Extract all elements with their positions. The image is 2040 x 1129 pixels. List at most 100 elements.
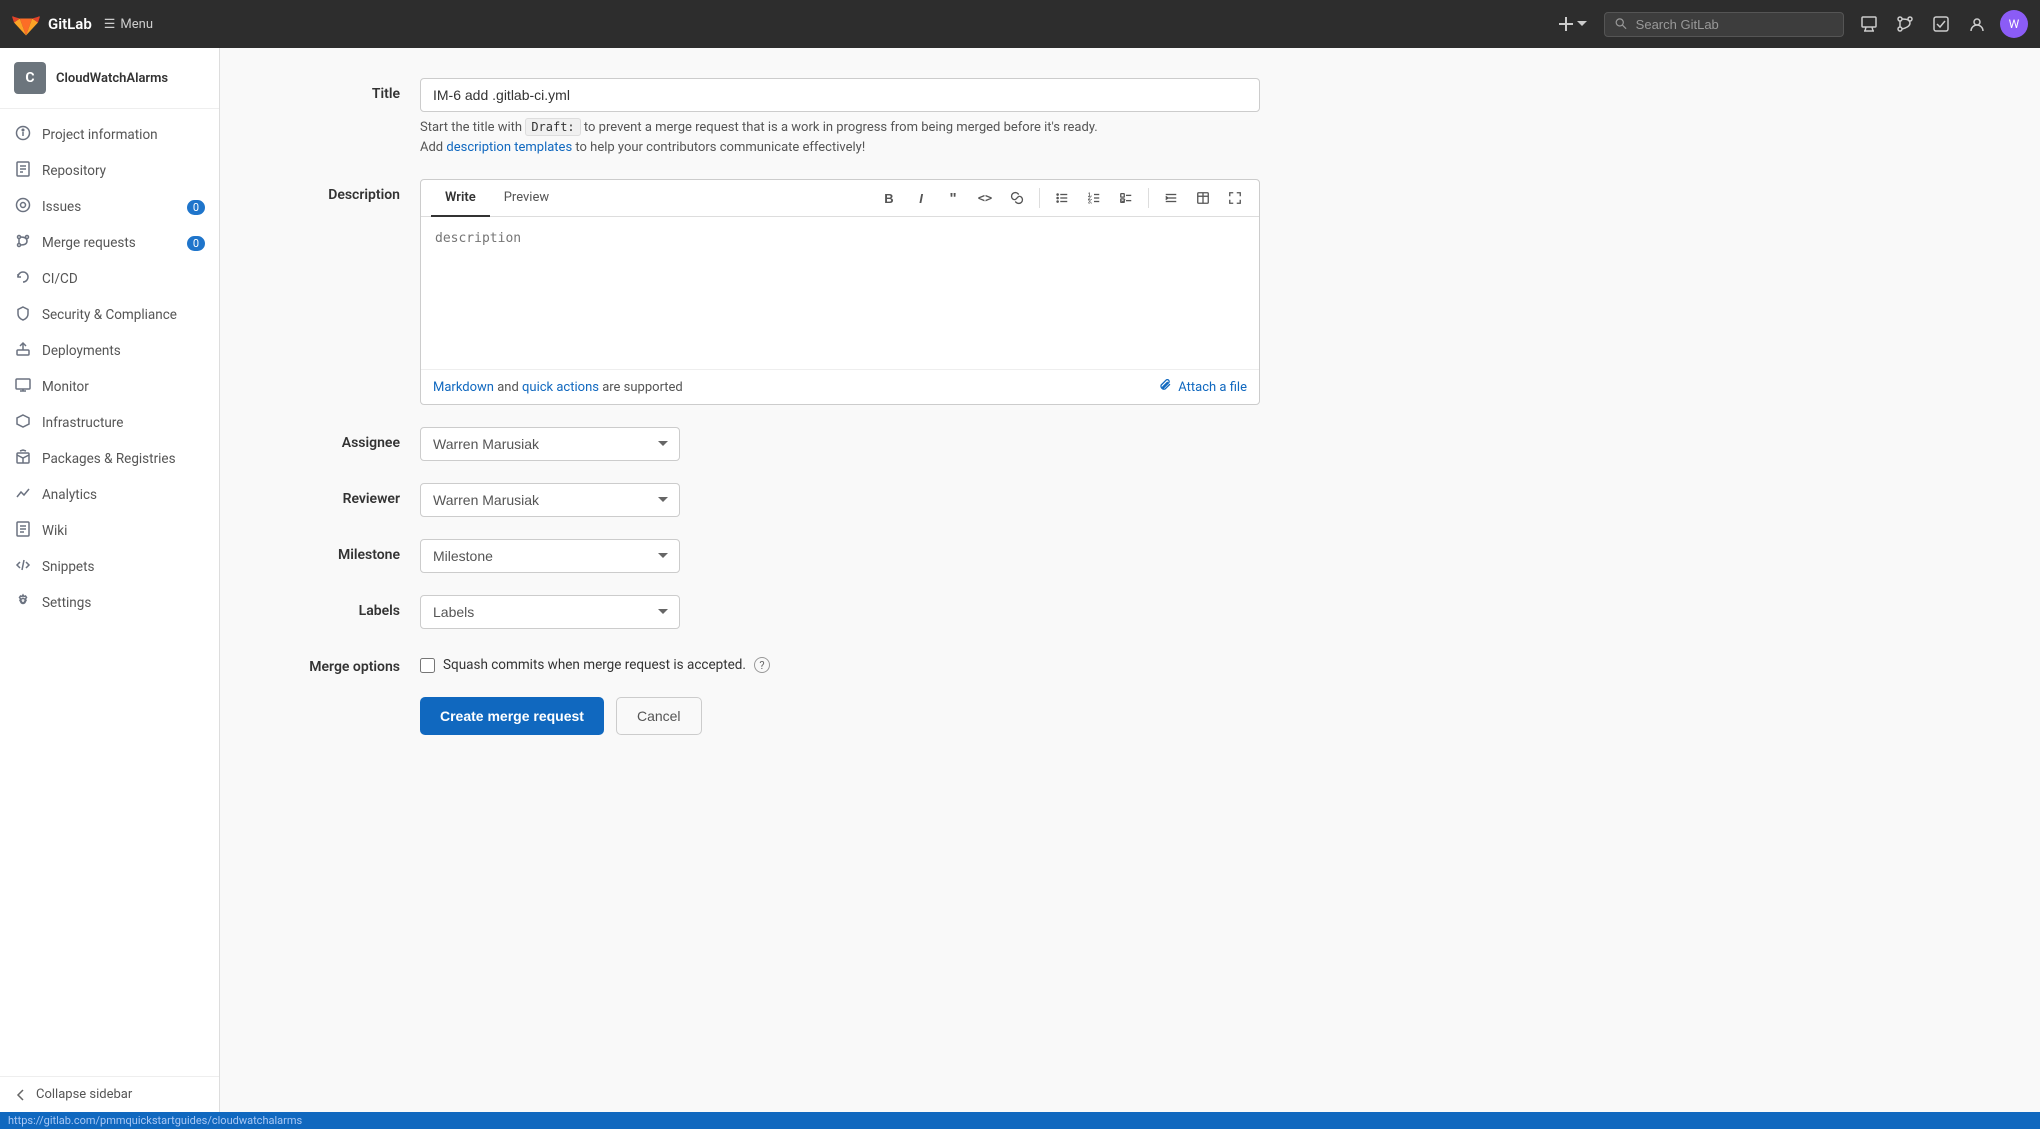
cancel-button[interactable]: Cancel	[616, 697, 702, 735]
toolbar-fullscreen[interactable]	[1221, 184, 1249, 212]
sidebar-item-repository[interactable]: Repository	[0, 153, 219, 189]
assignee-field: Warren Marusiak	[420, 427, 1260, 461]
deployments-icon	[14, 341, 32, 361]
milestone-field: Milestone	[420, 539, 1260, 573]
sidebar-item-security-compliance[interactable]: Security & Compliance	[0, 297, 219, 333]
description-field: Write Preview B I " <>	[420, 179, 1260, 405]
search-box[interactable]	[1604, 12, 1844, 37]
svg-text:3.: 3.	[1088, 199, 1093, 205]
sidebar-item-analytics[interactable]: Analytics	[0, 477, 219, 513]
toolbar-ordered-list[interactable]: 1.2.3.	[1080, 184, 1108, 212]
markdown-hint: Markdown and quick actions are supported	[433, 380, 683, 395]
user-settings-icon[interactable]	[1964, 11, 1990, 37]
project-header[interactable]: C CloudWatchAlarms	[0, 48, 219, 109]
squash-checkbox[interactable]	[420, 658, 435, 673]
sidebar-item-infrastructure[interactable]: Infrastructure	[0, 405, 219, 441]
sidebar-label-cicd: CI/CD	[42, 271, 205, 287]
toolbar-task-list[interactable]	[1112, 184, 1140, 212]
form-buttons: Create merge request Cancel	[260, 697, 1260, 735]
tab-write[interactable]: Write	[431, 180, 490, 217]
sidebar-item-monitor[interactable]: Monitor	[0, 369, 219, 405]
sidebar-label-packages: Packages & Registries	[42, 451, 205, 467]
project-name: CloudWatchAlarms	[56, 71, 168, 86]
sidebar-label-monitor: Monitor	[42, 379, 205, 395]
milestone-row: Milestone Milestone	[260, 539, 1260, 573]
sidebar-item-snippets[interactable]: Snippets	[0, 549, 219, 585]
labels-select[interactable]: Labels	[420, 595, 680, 629]
description-editor: Write Preview B I " <>	[420, 179, 1260, 405]
sidebar-item-cicd[interactable]: CI/CD	[0, 261, 219, 297]
title-field: Start the title with Draft: to prevent a…	[420, 78, 1260, 157]
merge-requests-icon	[14, 233, 32, 253]
description-textarea[interactable]	[435, 231, 1245, 351]
reviewer-select[interactable]: Warren Marusiak	[420, 483, 680, 517]
toolbar-table[interactable]	[1189, 184, 1217, 212]
toolbar-bold[interactable]: B	[875, 184, 903, 212]
brand[interactable]: GitLab	[12, 10, 92, 38]
title-label: Title	[260, 78, 400, 102]
menu-button[interactable]: ☰ Menu	[104, 17, 153, 32]
snippets-icon	[14, 557, 32, 577]
collapse-sidebar-button[interactable]: Collapse sidebar	[0, 1076, 219, 1112]
sidebar-item-issues[interactable]: Issues 0	[0, 189, 219, 225]
merge-icon[interactable]	[1892, 11, 1918, 37]
toolbar-indent[interactable]	[1157, 184, 1185, 212]
attach-file-button[interactable]: Attach a file	[1159, 378, 1247, 396]
tab-preview[interactable]: Preview	[490, 180, 563, 217]
merge-options: Squash commits when merge request is acc…	[420, 651, 1260, 673]
squash-label: Squash commits when merge request is acc…	[443, 657, 746, 673]
sidebar-item-merge-requests[interactable]: Merge requests 0	[0, 225, 219, 261]
toolbar-link[interactable]	[1003, 184, 1031, 212]
sidebar-item-packages[interactable]: Packages & Registries	[0, 441, 219, 477]
assignee-select[interactable]: Warren Marusiak	[420, 427, 680, 461]
sidebar-nav: Project information Repository Issues 0	[0, 109, 219, 1076]
labels-field: Labels	[420, 595, 1260, 629]
status-bar: https://gitlab.com/pmmquickstartguides/c…	[0, 1112, 2040, 1129]
project-avatar: C	[14, 62, 46, 94]
labels-row: Labels Labels	[260, 595, 1260, 629]
security-icon	[14, 305, 32, 325]
chevron-left-icon	[14, 1088, 28, 1102]
description-body[interactable]	[421, 217, 1259, 369]
toolbar-quote[interactable]: "	[939, 184, 967, 212]
sidebar-label-snippets: Snippets	[42, 559, 205, 575]
milestone-select[interactable]: Milestone	[420, 539, 680, 573]
sidebar-label-deployments: Deployments	[42, 343, 205, 359]
sidebar-label-security: Security & Compliance	[42, 307, 205, 323]
title-row: Title Start the title with Draft: to pre…	[260, 78, 1260, 157]
sidebar-item-project-information[interactable]: Project information	[0, 117, 219, 153]
toolbar-italic[interactable]: I	[907, 184, 935, 212]
markdown-link[interactable]: Markdown	[433, 380, 494, 395]
issues-badge: 0	[187, 200, 205, 215]
sidebar-item-wiki[interactable]: Wiki	[0, 513, 219, 549]
wiki-icon	[14, 521, 32, 541]
plus-button[interactable]	[1552, 10, 1592, 38]
squash-help-icon[interactable]: ?	[754, 657, 770, 673]
title-input[interactable]	[420, 78, 1260, 112]
description-templates-link[interactable]: description templates	[446, 140, 572, 155]
user-avatar[interactable]: W	[2000, 10, 2028, 38]
toolbar-code[interactable]: <>	[971, 184, 999, 212]
merge-options-row: Merge options Squash commits when merge …	[260, 651, 1260, 675]
search-icon	[1615, 17, 1628, 31]
search-input[interactable]	[1636, 17, 1833, 32]
title-hint: Start the title with Draft: to prevent a…	[420, 118, 1260, 157]
labels-label: Labels	[260, 595, 400, 619]
sidebar-label-project-information: Project information	[42, 127, 205, 143]
sidebar: C CloudWatchAlarms Project information R…	[0, 48, 220, 1112]
quick-actions-link[interactable]: quick actions	[522, 380, 599, 395]
sidebar-item-deployments[interactable]: Deployments	[0, 333, 219, 369]
reviewer-field: Warren Marusiak	[420, 483, 1260, 517]
main-layout: C CloudWatchAlarms Project information R…	[0, 48, 2040, 1112]
merge-options-label: Merge options	[260, 651, 400, 675]
sidebar-label-infrastructure: Infrastructure	[42, 415, 205, 431]
settings-icon	[14, 593, 32, 613]
sidebar-item-settings[interactable]: Settings	[0, 585, 219, 621]
description-footer: Markdown and quick actions are supported…	[421, 369, 1259, 404]
reviewer-row: Reviewer Warren Marusiak	[260, 483, 1260, 517]
check-icon[interactable]	[1928, 11, 1954, 37]
create-mr-button[interactable]: Create merge request	[420, 697, 604, 735]
broadcast-icon[interactable]	[1856, 11, 1882, 37]
toolbar-unordered-list[interactable]	[1048, 184, 1076, 212]
cicd-icon	[14, 269, 32, 289]
